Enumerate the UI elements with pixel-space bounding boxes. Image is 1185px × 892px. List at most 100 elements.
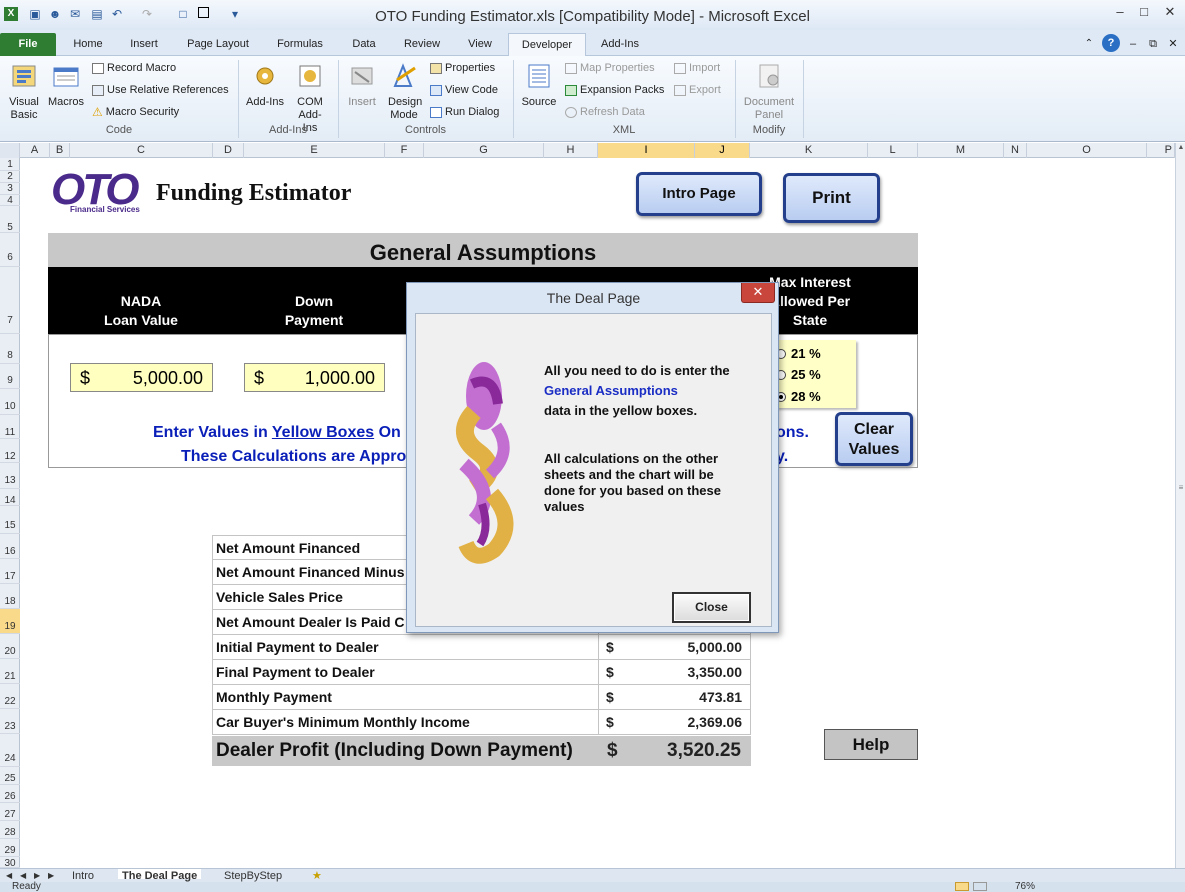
sheet-tab-intro[interactable]: Intro	[72, 869, 94, 882]
column-header[interactable]: O	[1027, 143, 1147, 158]
row-header[interactable]: 16	[0, 534, 20, 559]
properties-button[interactable]: Properties	[430, 61, 495, 75]
close-window-button[interactable]: ✕	[1156, 3, 1184, 21]
xml-source-button[interactable]: Source	[518, 60, 560, 109]
page-layout-view-icon[interactable]	[973, 882, 987, 891]
row-header[interactable]: 23	[0, 709, 20, 734]
row-header[interactable]: 26	[0, 785, 20, 803]
insert-sheet-icon[interactable]: ★	[312, 869, 322, 882]
tab-review[interactable]: Review	[396, 35, 448, 56]
row-header[interactable]: 14	[0, 489, 20, 506]
row-header[interactable]: 2	[0, 171, 20, 183]
normal-view-icon[interactable]	[955, 882, 969, 891]
row-header[interactable]: 30	[0, 857, 20, 869]
row-header[interactable]: 12	[0, 439, 20, 463]
column-header[interactable]: C	[70, 143, 213, 158]
rate-option-25[interactable]: 25 %	[776, 367, 821, 382]
row-header[interactable]: 9	[0, 364, 20, 389]
row-header[interactable]: 13	[0, 463, 20, 489]
column-header[interactable]: G	[424, 143, 544, 158]
row-header[interactable]: 18	[0, 584, 20, 609]
column-header[interactable]: N	[1004, 143, 1027, 158]
row-header[interactable]: 5	[0, 206, 20, 233]
down-payment-input[interactable]: $ 1,000.00	[244, 363, 385, 392]
view-code-button[interactable]: View Code	[430, 83, 498, 97]
minimize-ribbon-icon[interactable]: ⌃	[1082, 35, 1096, 56]
maximize-button[interactable]: □	[1130, 3, 1158, 21]
column-header[interactable]: L	[868, 143, 918, 158]
print-button[interactable]: Print	[783, 173, 880, 223]
tab-file[interactable]: File	[0, 33, 56, 56]
row-header[interactable]: 27	[0, 803, 20, 821]
row-header[interactable]: 8	[0, 334, 20, 364]
next-sheet-icon[interactable]: ▶	[34, 869, 40, 880]
column-header[interactable]: B	[50, 143, 70, 158]
tab-view[interactable]: View	[460, 35, 500, 56]
sheet-tab-the-deal-page[interactable]: The Deal Page	[118, 869, 202, 882]
row-header[interactable]: 1	[0, 159, 20, 171]
row-header[interactable]: 21	[0, 659, 20, 684]
row-header[interactable]: 3	[0, 183, 20, 195]
dialog-close-button[interactable]: Close	[672, 592, 751, 623]
column-header[interactable]: M	[918, 143, 1004, 158]
row-header[interactable]: 20	[0, 634, 20, 659]
column-header[interactable]: F	[385, 143, 424, 158]
visual-basic-button[interactable]: Visual Basic	[6, 60, 42, 122]
row-header[interactable]: 6	[0, 233, 20, 267]
row-header[interactable]: 24	[0, 734, 20, 767]
column-header[interactable]: H	[544, 143, 598, 158]
dialog-close-icon[interactable]: ✕	[741, 283, 775, 303]
design-mode-button[interactable]: Design Mode	[383, 60, 425, 122]
first-sheet-icon[interactable]: ◀	[6, 869, 12, 880]
tab-formulas[interactable]: Formulas	[268, 35, 332, 56]
expansion-packs-button[interactable]: Expansion Packs	[565, 83, 664, 97]
column-header[interactable]: P	[1147, 143, 1175, 158]
sheet-tab-stepbystep[interactable]: StepByStep	[224, 869, 282, 882]
column-header[interactable]: I	[598, 143, 695, 158]
record-macro-button[interactable]: Record Macro	[92, 61, 176, 75]
help-icon[interactable]: ?	[1102, 34, 1120, 52]
column-header[interactable]: K	[750, 143, 868, 158]
rate-option-21[interactable]: 21 %	[776, 346, 821, 361]
row-header[interactable]: 17	[0, 559, 20, 584]
row-header[interactable]: 22	[0, 684, 20, 709]
help-button[interactable]: Help	[824, 729, 918, 760]
column-header[interactable]: E	[244, 143, 385, 158]
row-header[interactable]: 7	[0, 267, 20, 334]
add-ins-button[interactable]: Add-Ins	[244, 60, 286, 109]
rate-option-28[interactable]: 28 %	[776, 389, 821, 404]
workbook-close-icon[interactable]: ✕	[1166, 35, 1180, 56]
row-header[interactable]: 19	[0, 609, 20, 634]
run-dialog-button[interactable]: Run Dialog	[430, 105, 499, 119]
row-header[interactable]: 11	[0, 415, 20, 439]
scroll-thumb[interactable]: ≡	[1177, 483, 1185, 493]
vertical-scrollbar[interactable]: ▲ ≡	[1175, 143, 1185, 868]
tab-insert[interactable]: Insert	[122, 35, 166, 56]
workbook-restore-icon[interactable]: ⧉	[1146, 35, 1160, 56]
row-header[interactable]: 4	[0, 195, 20, 206]
nada-loan-value-input[interactable]: $ 5,000.00	[70, 363, 213, 392]
macros-button[interactable]: Macros	[46, 60, 86, 109]
tab-page-layout[interactable]: Page Layout	[180, 35, 256, 56]
tab-add-ins[interactable]: Add-Ins	[594, 35, 646, 56]
tab-data[interactable]: Data	[344, 35, 384, 56]
row-header[interactable]: 15	[0, 506, 20, 534]
document-panel-button[interactable]: Document Panel	[740, 60, 798, 122]
insert-control-button[interactable]: Insert	[344, 60, 380, 109]
row-header[interactable]: 25	[0, 767, 20, 785]
workbook-minimize-icon[interactable]: –	[1126, 35, 1140, 56]
intro-page-button[interactable]: Intro Page	[636, 172, 762, 216]
tab-developer[interactable]: Developer	[508, 33, 586, 57]
map-properties-button[interactable]: Map Properties	[565, 61, 655, 75]
column-header[interactable]: A	[20, 143, 50, 158]
refresh-data-button[interactable]: Refresh Data	[565, 105, 645, 119]
import-button[interactable]: Import	[674, 61, 720, 75]
zoom-level[interactable]: 76%	[1015, 881, 1035, 892]
column-header[interactable]: J	[695, 143, 750, 158]
select-all-corner[interactable]	[0, 143, 20, 158]
scroll-up-icon[interactable]: ▲	[1177, 144, 1185, 152]
tab-home[interactable]: Home	[66, 35, 110, 56]
export-button[interactable]: Export	[674, 83, 721, 97]
prev-sheet-icon[interactable]: ◀	[20, 869, 26, 880]
last-sheet-icon[interactable]: ▶	[48, 869, 54, 880]
